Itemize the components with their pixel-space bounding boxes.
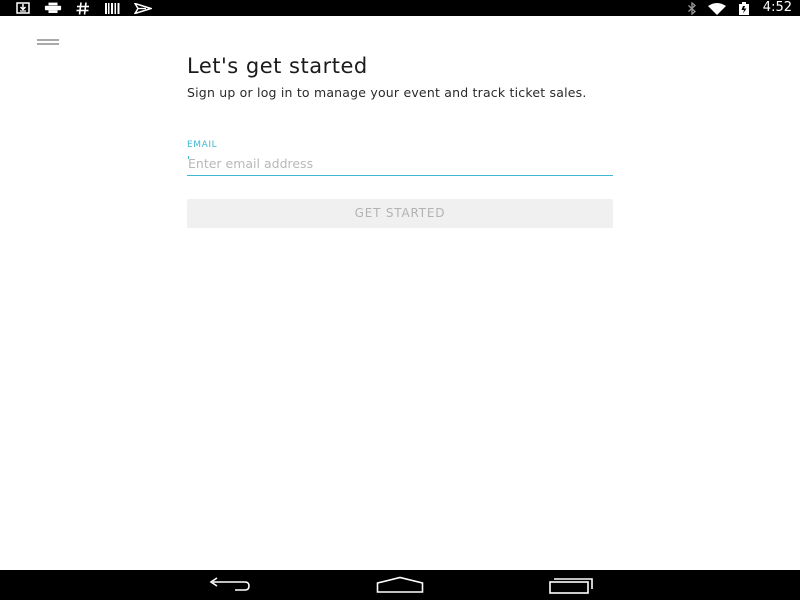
navigation-bar [0,570,800,600]
get-started-button[interactable]: GET STARTED [187,199,613,228]
barcode-icon [104,1,122,15]
download-icon [14,1,32,15]
send-icon [134,1,152,15]
back-button[interactable] [205,575,253,595]
back-icon [205,576,253,594]
recents-button[interactable] [548,575,596,595]
login-form: Let's get started Sign up or log in to m… [187,52,613,228]
email-field[interactable] [187,154,613,176]
battery-icon [737,1,751,15]
print-icon [44,1,62,15]
app-screen: Let's get started Sign up or log in to m… [0,16,800,570]
system-icons: 4:52 [687,1,792,15]
hash-icon [74,1,92,15]
notification-icons [14,1,152,15]
home-button[interactable] [376,575,424,595]
page-title: Let's get started [187,54,368,78]
wifi-icon [707,2,727,15]
clock-time: 4:52 [762,0,792,15]
text-cursor [188,156,189,159]
home-icon [376,576,424,594]
hamburger-menu-icon [32,26,64,46]
email-label: EMAIL [187,140,218,150]
status-bar: 4:52 [0,0,800,16]
menu-button[interactable] [32,26,64,46]
page-subtitle: Sign up or log in to manage your event a… [187,85,587,100]
bluetooth-icon [687,1,697,15]
recents-icon [548,576,596,594]
